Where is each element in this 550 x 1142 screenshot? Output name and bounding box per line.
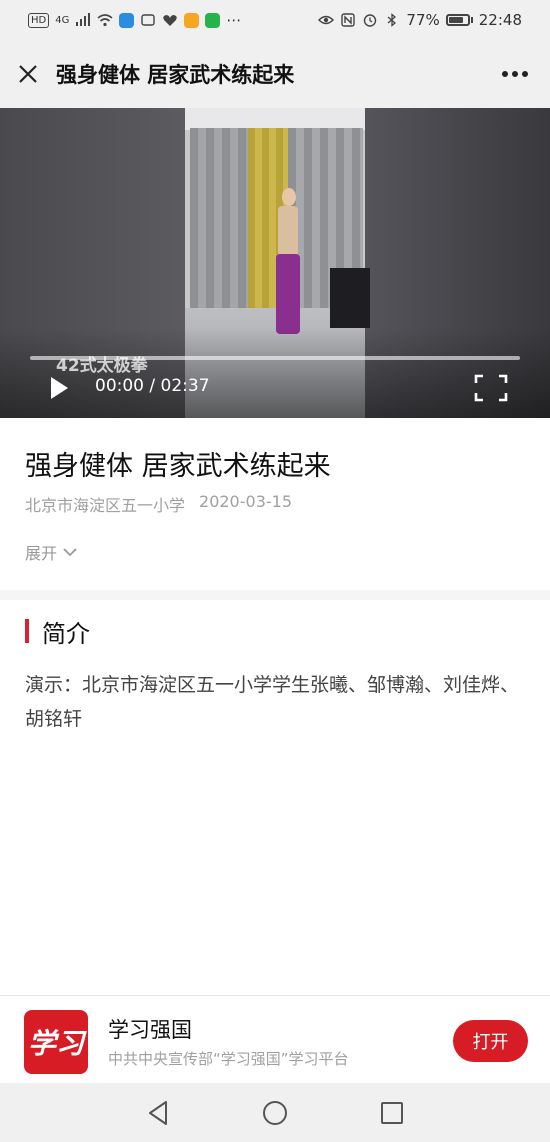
app-icon xyxy=(184,12,200,28)
notification-icon xyxy=(141,14,156,26)
bluetooth-icon xyxy=(387,13,397,27)
article-meta: 北京市海淀区五一小学 2020-03-15 xyxy=(25,492,292,516)
more-icon xyxy=(502,71,528,77)
video-time: 00:00 / 02:37 xyxy=(95,376,210,396)
app-icon xyxy=(205,12,221,28)
health-icon xyxy=(163,15,178,26)
alarm-icon xyxy=(364,14,377,27)
open-app-button[interactable]: 打开 xyxy=(453,1020,528,1062)
article-title: 强身健体 居家武术练起来 xyxy=(25,451,331,482)
signal-icon xyxy=(76,13,91,26)
expand-toggle[interactable]: 展开 xyxy=(25,540,77,564)
current-time: 00:00 xyxy=(95,376,144,396)
app-icon xyxy=(119,12,135,28)
expand-label: 展开 xyxy=(25,544,58,563)
intro-heading: 简介 xyxy=(42,620,90,648)
title-bar: 强身健体 居家武术练起来 xyxy=(0,40,550,108)
fullscreen-icon xyxy=(474,374,508,402)
video-frame-person xyxy=(270,188,306,338)
hd-icon: HD xyxy=(28,12,50,28)
intro-accent-bar xyxy=(25,619,29,643)
battery-fill xyxy=(448,17,463,23)
back-icon xyxy=(149,1100,168,1125)
article-date: 2020-03-15 xyxy=(199,492,292,511)
status-right: 77% 22:48 xyxy=(318,11,522,29)
video-frame-curtain xyxy=(190,128,248,308)
more-icon: ⋯ xyxy=(226,11,242,29)
app-description: 中共中央宣传部“学习强国”学习平台 xyxy=(108,1050,349,1068)
eye-icon xyxy=(318,15,335,25)
battery-icon xyxy=(445,14,473,26)
close-icon xyxy=(19,65,37,83)
more-button[interactable] xyxy=(480,40,550,108)
clock: 22:48 xyxy=(478,11,522,29)
network-label: 4G xyxy=(55,14,70,26)
intro-body: 演示：北京市海淀区五一小学学生张曦、邹博瀚、刘佳烨、胡铭轩 xyxy=(25,674,520,730)
fullscreen-button[interactable] xyxy=(474,374,508,402)
nfc-icon xyxy=(341,13,356,27)
video-progress-bar[interactable] xyxy=(30,356,520,360)
play-icon xyxy=(51,377,68,399)
chevron-down-icon xyxy=(63,547,77,556)
duration: 02:37 xyxy=(160,376,210,396)
home-button[interactable] xyxy=(255,1093,295,1133)
article-header: 强身健体 居家武术练起来 北京市海淀区五一小学 2020-03-15 展开 xyxy=(0,418,550,590)
article-source: 北京市海淀区五一小学 xyxy=(25,496,186,515)
home-icon xyxy=(262,1100,287,1125)
wifi-icon xyxy=(97,14,113,27)
time-separator: / xyxy=(149,376,156,396)
app-logo: 学习 xyxy=(24,1010,88,1074)
video-player[interactable]: 42式太极拳 00:00 / 02:37 xyxy=(0,108,550,418)
intro-section: 简介 演示：北京市海淀区五一小学学生张曦、邹博瀚、刘佳烨、胡铭轩 xyxy=(0,600,550,995)
back-button[interactable] xyxy=(138,1093,178,1133)
video-caption: 42式太极拳 xyxy=(56,356,148,376)
status-left: HD 4G ⋯ xyxy=(28,11,241,29)
app-name: 学习强国 xyxy=(108,1018,192,1042)
app-banner[interactable]: 学习 学习强国 中共中央宣传部“学习强国”学习平台 打开 xyxy=(0,995,550,1083)
page-title: 强身健体 居家武术练起来 xyxy=(56,63,295,87)
status-bar: HD 4G ⋯ 77% 22:48 xyxy=(0,0,550,40)
system-nav-bar xyxy=(0,1083,550,1142)
section-divider xyxy=(0,590,550,600)
video-frame-sofa xyxy=(330,268,370,328)
recents-button[interactable] xyxy=(372,1093,412,1133)
battery-percent: 77% xyxy=(406,11,440,29)
app-logo-text: 学习 xyxy=(27,1027,84,1060)
screen: HD 4G ⋯ 77% 22:48 强身健体 居家武术练起来 42式太极拳 00… xyxy=(0,0,550,1142)
play-button[interactable] xyxy=(46,374,72,402)
video-frame-ceiling xyxy=(185,108,365,130)
recents-icon xyxy=(380,1101,403,1124)
close-button[interactable] xyxy=(0,40,56,108)
